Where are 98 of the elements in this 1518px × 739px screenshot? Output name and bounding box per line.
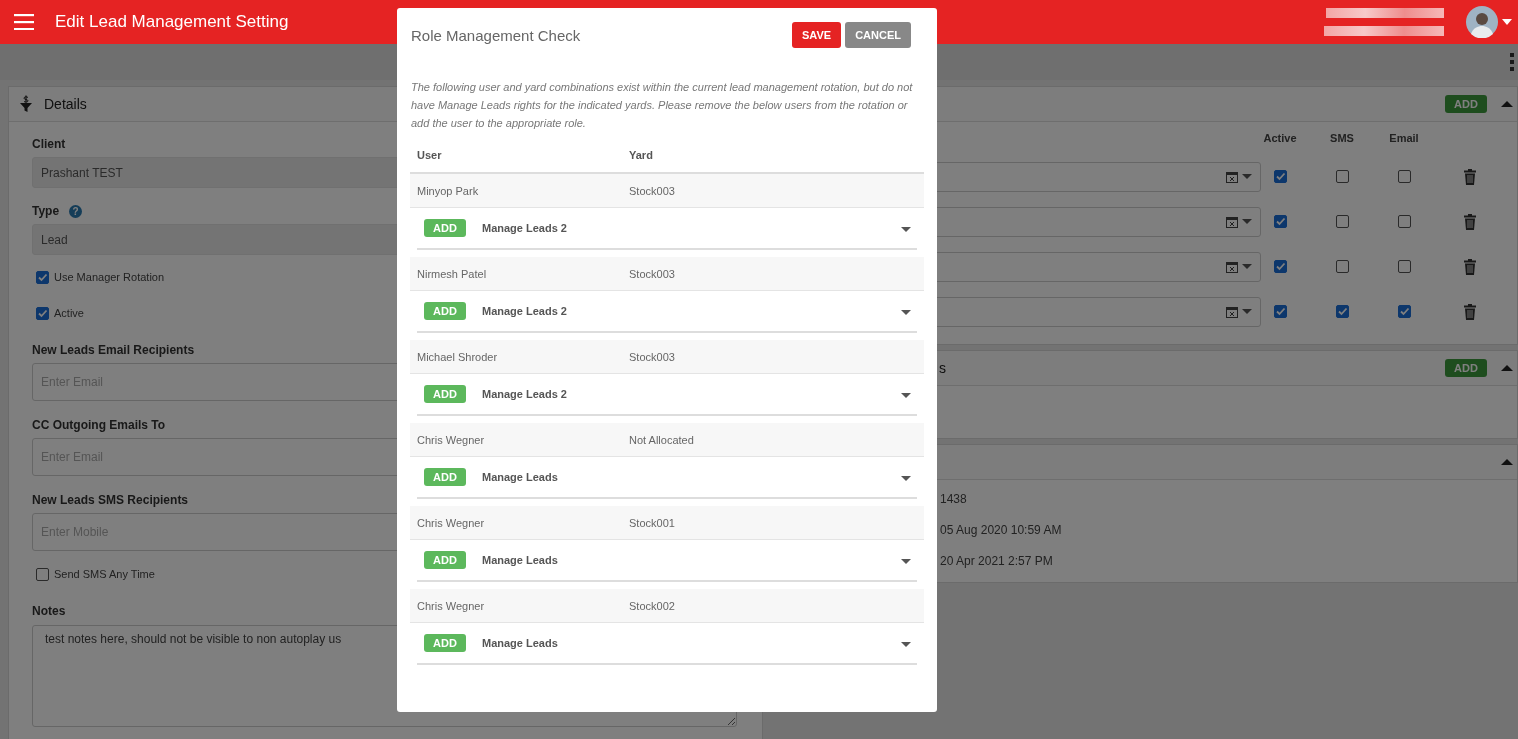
check-icon — [37, 307, 48, 319]
add-button[interactable]: ADD — [1445, 359, 1487, 377]
role-select[interactable]: ADD Manage Leads — [417, 540, 917, 582]
role-select[interactable]: ADD Manage Leads — [417, 623, 917, 665]
caret-icon[interactable] — [901, 475, 911, 481]
caret-icon[interactable] — [901, 226, 911, 232]
check-icon — [1398, 306, 1410, 317]
add-button[interactable]: ADD — [424, 302, 466, 320]
checkbox-label: Send SMS Any Time — [54, 568, 155, 580]
calendar-icon[interactable] — [1226, 305, 1238, 318]
table-cell-text: Stock003 — [628, 350, 676, 363]
add-button[interactable]: ADD — [424, 385, 466, 403]
checkbox[interactable] — [1335, 170, 1349, 183]
table-cell-text: Chris Wegner — [416, 516, 486, 529]
info-value: 20 Apr 2021 2:57 PM — [940, 554, 1054, 568]
add-button[interactable]: ADD — [424, 634, 466, 652]
card-title: Details — [44, 96, 87, 112]
caret-icon[interactable] — [901, 392, 911, 398]
column-header: Email — [1388, 132, 1420, 144]
trash-icon[interactable] — [1464, 303, 1476, 320]
caret-icon[interactable] — [901, 558, 911, 564]
table-cell-text: Nirmesh Patel — [416, 267, 488, 280]
more-icon[interactable] — [1510, 53, 1514, 71]
caret-icon[interactable] — [1242, 309, 1252, 314]
role-select[interactable]: ADD Manage Leads 2 — [417, 291, 917, 333]
info-value: 05 Aug 2020 10:59 AM — [940, 523, 1063, 537]
field-label: Client — [32, 137, 66, 151]
field-label: New Leads SMS Recipients — [32, 493, 189, 507]
checkbox[interactable] — [36, 306, 49, 320]
calendar-icon[interactable] — [1226, 260, 1238, 273]
card-title: s — [939, 360, 946, 376]
check-icon — [1274, 216, 1286, 227]
caret-icon[interactable] — [1242, 264, 1252, 269]
add-button[interactable]: ADD — [1445, 95, 1487, 113]
role-select[interactable]: ADD Manage Leads 2 — [417, 208, 917, 250]
role-name: Manage Leads 2 — [482, 388, 567, 400]
calendar-icon[interactable] — [1226, 170, 1238, 183]
caret-icon[interactable] — [901, 309, 911, 315]
caret-up-icon[interactable] — [1501, 365, 1513, 371]
checkbox[interactable] — [1273, 305, 1287, 318]
caret-up-icon[interactable] — [1501, 101, 1513, 107]
checkbox[interactable] — [1273, 260, 1287, 273]
dialog-title: Role Management Check — [410, 26, 581, 44]
caret-icon[interactable] — [901, 641, 911, 647]
info-value: 1438 — [940, 492, 968, 506]
table-cell-text: Michael Shroder — [416, 350, 499, 363]
table-cell-text: Stock001 — [628, 516, 676, 529]
add-button[interactable]: ADD — [424, 219, 466, 237]
table-cell-text: Stock002 — [628, 599, 676, 612]
role-select[interactable]: ADD Manage Leads 2 — [417, 374, 917, 416]
field-label: Type — [32, 204, 60, 218]
menu-icon[interactable] — [14, 14, 34, 30]
add-button[interactable]: ADD — [424, 551, 466, 569]
checkbox-label: Active — [54, 307, 84, 319]
dialog-message: The following user and yard combinations exist within the current lead management rotation, but do not have Manage Leads rights for the indicated yards. Please remove the below users from the rotation or add the user to the appropriate role. — [411, 80, 914, 131]
check-icon — [37, 271, 48, 283]
role-name: Manage Leads — [482, 554, 558, 566]
check-icon — [1336, 306, 1348, 317]
checkbox[interactable] — [1335, 260, 1349, 273]
caret-up-icon[interactable] — [1501, 459, 1513, 465]
column-header: SMS — [1329, 132, 1355, 144]
trash-icon[interactable] — [1464, 213, 1476, 230]
add-button[interactable]: ADD — [424, 468, 466, 486]
role-select[interactable]: ADD Manage Leads — [417, 457, 917, 499]
avatar[interactable] — [1466, 6, 1498, 38]
trash-icon[interactable] — [1464, 258, 1476, 275]
checkbox[interactable] — [1273, 170, 1287, 183]
table-cell-text: Chris Wegner — [416, 599, 486, 612]
caret-icon[interactable] — [1502, 19, 1512, 25]
checkbox[interactable] — [1335, 215, 1349, 228]
checkbox[interactable] — [1397, 260, 1411, 273]
checkbox-label: Use Manager Rotation — [54, 271, 165, 283]
page-title: Edit Lead Management Setting — [55, 12, 289, 32]
caret-icon[interactable] — [1242, 174, 1252, 179]
checkbox[interactable] — [36, 567, 49, 581]
cancel-button[interactable]: CANCEL — [845, 22, 911, 48]
calendar-icon[interactable] — [1226, 215, 1238, 228]
role-name: Manage Leads — [482, 637, 558, 649]
checkbox[interactable] — [36, 270, 49, 284]
role-name: Manage Leads 2 — [482, 222, 567, 234]
column-header: Active — [1262, 132, 1298, 144]
check-icon — [1274, 171, 1286, 182]
check-icon — [1274, 306, 1286, 317]
table-cell-text: Stock003 — [628, 267, 676, 280]
funnel-icon — [19, 95, 33, 113]
save-button[interactable]: SAVE — [792, 22, 842, 48]
caret-icon[interactable] — [1242, 219, 1252, 224]
checkbox[interactable] — [1397, 170, 1411, 183]
checkbox[interactable] — [1273, 215, 1287, 228]
checkbox[interactable] — [1397, 305, 1411, 318]
checkbox[interactable] — [1335, 305, 1349, 318]
check-icon — [1274, 261, 1286, 272]
field-label: New Leads Email Recipients — [32, 343, 195, 357]
trash-icon[interactable] — [1464, 168, 1476, 185]
field-label: Notes — [32, 604, 66, 618]
checkbox[interactable] — [1397, 215, 1411, 228]
role-name: Manage Leads 2 — [482, 305, 567, 317]
field-label: CC Outgoing Emails To — [32, 418, 166, 432]
